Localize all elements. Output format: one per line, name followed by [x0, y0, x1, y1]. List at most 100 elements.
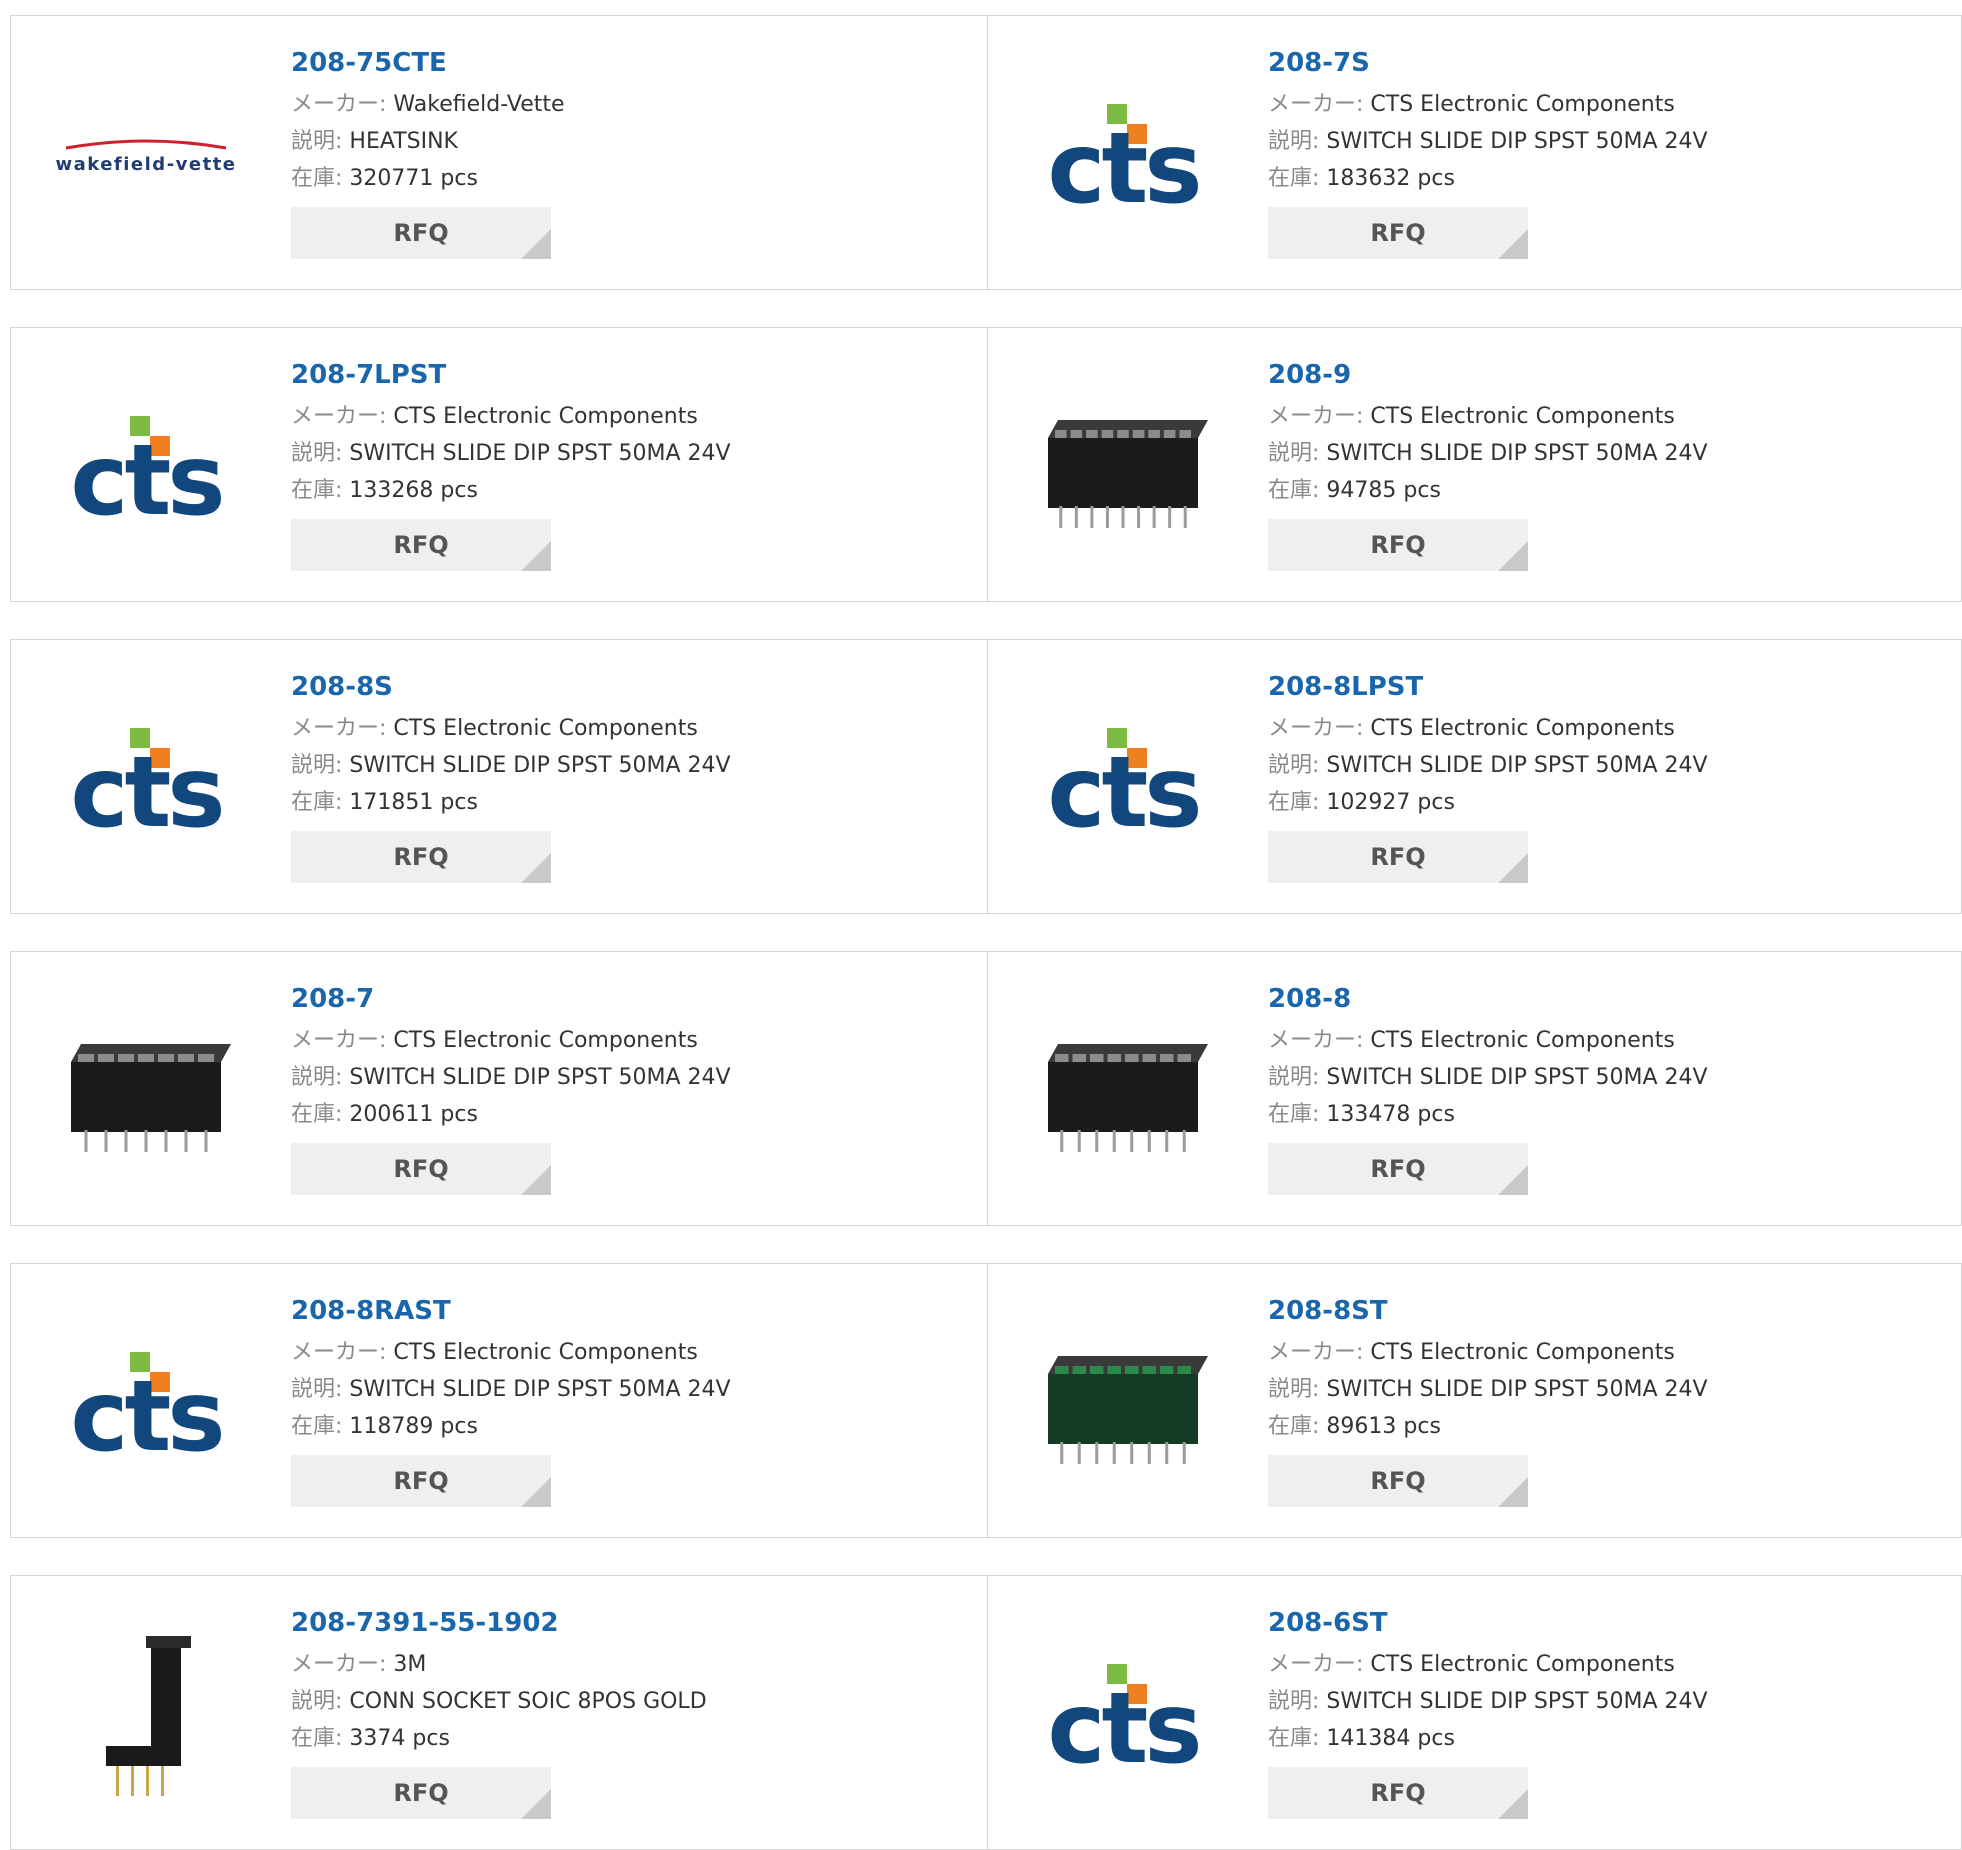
part-number-link[interactable]: 208-8RAST	[291, 1294, 731, 1334]
product-card: 208-9 メーカー: CTS Electronic Components 説明…	[988, 328, 1962, 601]
product-image[interactable]: cts	[1023, 1616, 1223, 1816]
description-label: 説明:	[1268, 1689, 1320, 1714]
rfq-button[interactable]: RFQ	[1268, 831, 1528, 883]
maker-label: メーカー:	[1268, 1028, 1364, 1053]
product-image[interactable]: cts	[46, 680, 246, 880]
maker-value: 3M	[393, 1652, 427, 1677]
description-label: 説明:	[291, 1377, 343, 1402]
maker-label: メーカー:	[1268, 716, 1364, 741]
part-number-link[interactable]: 208-8LPST	[1268, 670, 1708, 710]
part-number-link[interactable]: 208-7S	[1268, 46, 1708, 86]
description-label: 説明:	[291, 1065, 343, 1090]
description-line: 説明: SWITCH SLIDE DIP SPST 50MA 24V	[291, 1371, 731, 1408]
rfq-button[interactable]: RFQ	[1268, 519, 1528, 571]
rfq-button[interactable]: RFQ	[291, 1767, 551, 1819]
product-card: cts 208-7S メーカー: CTS Electronic Componen…	[988, 16, 1962, 289]
description-value: SWITCH SLIDE DIP SPST 50MA 24V	[1326, 1065, 1708, 1090]
description-label: 説明:	[1268, 753, 1320, 778]
product-image[interactable]: cts	[46, 1304, 246, 1504]
rfq-button[interactable]: RFQ	[1268, 207, 1528, 259]
part-number-link[interactable]: 208-8S	[291, 670, 731, 710]
wakefield-vette-logo-icon: wakefield-vette	[55, 139, 235, 175]
rfq-button[interactable]: RFQ	[291, 1143, 551, 1195]
rfq-corner-decoration	[521, 853, 551, 883]
part-number-link[interactable]: 208-9	[1268, 358, 1708, 398]
description-line: 説明: SWITCH SLIDE DIP SPST 50MA 24V	[291, 747, 731, 784]
product-image[interactable]	[46, 1616, 246, 1816]
rfq-button[interactable]: RFQ	[1268, 1143, 1528, 1195]
maker-line: メーカー: CTS Electronic Components	[1268, 1334, 1708, 1371]
stock-line: 在庫: 320771 pcs	[291, 160, 565, 197]
stock-line: 在庫: 3374 pcs	[291, 1720, 707, 1757]
part-number-link[interactable]: 208-8ST	[1268, 1294, 1708, 1334]
maker-line: メーカー: CTS Electronic Components	[1268, 1022, 1708, 1059]
stock-label: 在庫:	[291, 1102, 343, 1127]
product-card: wakefield-vette 208-75CTE メーカー: Wakefiel…	[11, 16, 988, 289]
product-image[interactable]	[1023, 368, 1223, 568]
rfq-corner-decoration	[1498, 853, 1528, 883]
description-value: SWITCH SLIDE DIP SPST 50MA 24V	[1326, 1689, 1708, 1714]
stock-line: 在庫: 183632 pcs	[1268, 160, 1708, 197]
description-line: 説明: SWITCH SLIDE DIP SPST 50MA 24V	[1268, 1371, 1708, 1408]
product-card: 208-8ST メーカー: CTS Electronic Components …	[988, 1264, 1962, 1537]
cts-logo-icon: cts	[1047, 1664, 1203, 1776]
maker-line: メーカー: Wakefield-Vette	[291, 86, 565, 123]
product-image[interactable]: wakefield-vette	[46, 56, 246, 256]
product-image[interactable]: cts	[46, 368, 246, 568]
stock-value: 133268 pcs	[349, 478, 478, 503]
product-image[interactable]: cts	[1023, 680, 1223, 880]
stock-value: 94785 pcs	[1326, 478, 1441, 503]
rfq-button[interactable]: RFQ	[1268, 1455, 1528, 1507]
rfq-corner-decoration	[521, 541, 551, 571]
maker-line: メーカー: CTS Electronic Components	[291, 1022, 731, 1059]
stock-label: 在庫:	[1268, 1726, 1320, 1751]
rfq-button[interactable]: RFQ	[291, 1455, 551, 1507]
stock-label: 在庫:	[291, 1726, 343, 1751]
maker-value: CTS Electronic Components	[1370, 92, 1675, 117]
stock-line: 在庫: 102927 pcs	[1268, 784, 1708, 821]
stock-line: 在庫: 89613 pcs	[1268, 1408, 1708, 1445]
maker-label: メーカー:	[1268, 92, 1364, 117]
product-image[interactable]	[1023, 1304, 1223, 1504]
maker-label: メーカー:	[291, 1340, 387, 1365]
maker-line: メーカー: 3M	[291, 1646, 707, 1683]
product-image[interactable]	[1023, 992, 1223, 1192]
rfq-corner-decoration	[521, 1165, 551, 1195]
cts-logo-icon: cts	[1047, 728, 1203, 840]
product-row: 208-7391-55-1902 メーカー: 3M 説明: CONN SOCKE…	[10, 1575, 1962, 1850]
maker-label: メーカー:	[291, 1652, 387, 1677]
product-row: wakefield-vette 208-75CTE メーカー: Wakefiel…	[10, 15, 1962, 290]
rfq-button[interactable]: RFQ	[291, 831, 551, 883]
part-number-link[interactable]: 208-8	[1268, 982, 1708, 1022]
rfq-corner-decoration	[521, 1789, 551, 1819]
product-image[interactable]	[46, 992, 246, 1192]
rfq-button[interactable]: RFQ	[291, 207, 551, 259]
description-value: SWITCH SLIDE DIP SPST 50MA 24V	[1326, 441, 1708, 466]
rfq-corner-decoration	[1498, 1789, 1528, 1819]
maker-line: メーカー: CTS Electronic Components	[291, 398, 731, 435]
product-info: 208-7 メーカー: CTS Electronic Components 説明…	[291, 982, 731, 1195]
maker-value: CTS Electronic Components	[1370, 1340, 1675, 1365]
stock-label: 在庫:	[1268, 478, 1320, 503]
rfq-button[interactable]: RFQ	[1268, 1767, 1528, 1819]
part-number-link[interactable]: 208-7	[291, 982, 731, 1022]
part-number-link[interactable]: 208-7391-55-1902	[291, 1606, 707, 1646]
description-value: SWITCH SLIDE DIP SPST 50MA 24V	[349, 753, 731, 778]
maker-value: CTS Electronic Components	[393, 1028, 698, 1053]
stock-line: 在庫: 94785 pcs	[1268, 472, 1708, 509]
rfq-button[interactable]: RFQ	[291, 519, 551, 571]
stock-label: 在庫:	[291, 1414, 343, 1439]
part-number-link[interactable]: 208-7LPST	[291, 358, 731, 398]
maker-label: メーカー:	[1268, 1340, 1364, 1365]
part-number-link[interactable]: 208-6ST	[1268, 1606, 1708, 1646]
rfq-label: RFQ	[393, 1155, 449, 1183]
description-line: 説明: SWITCH SLIDE DIP SPST 50MA 24V	[291, 435, 731, 472]
part-number-link[interactable]: 208-75CTE	[291, 46, 565, 86]
stock-value: 133478 pcs	[1326, 1102, 1455, 1127]
product-image[interactable]: cts	[1023, 56, 1223, 256]
description-line: 説明: SWITCH SLIDE DIP SPST 50MA 24V	[1268, 435, 1708, 472]
svg-text:cts: cts	[70, 1360, 221, 1464]
product-info: 208-8 メーカー: CTS Electronic Components 説明…	[1268, 982, 1708, 1195]
stock-label: 在庫:	[1268, 1414, 1320, 1439]
rfq-label: RFQ	[1370, 1467, 1426, 1495]
